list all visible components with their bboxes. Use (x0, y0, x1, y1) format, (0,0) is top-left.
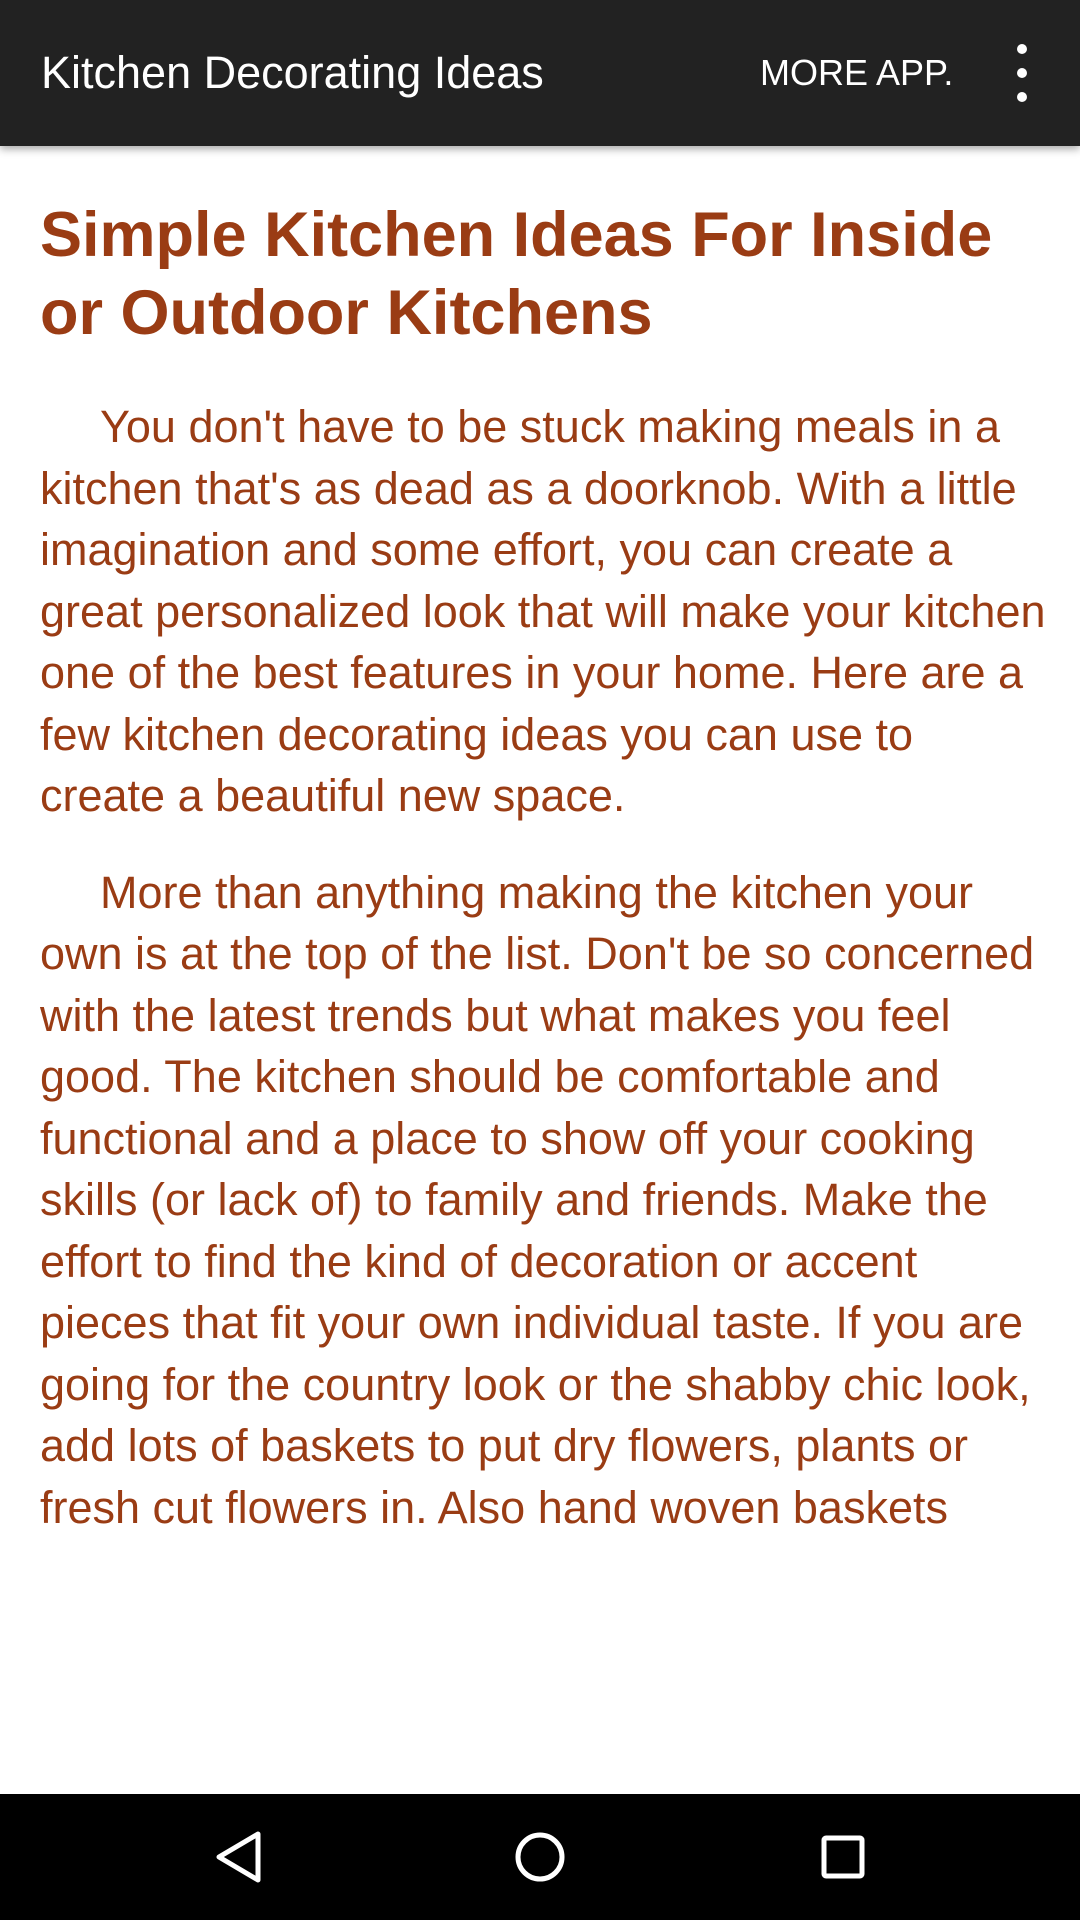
article-scroll-area[interactable]: Simple Kitchen Ideas For Inside or Outdo… (0, 146, 1080, 1669)
back-icon[interactable] (188, 1812, 288, 1902)
more-app-button[interactable]: MORE APP. (760, 0, 953, 146)
app-bar: Kitchen Decorating Ideas MORE APP. (0, 0, 1080, 146)
article: Simple Kitchen Ideas For Inside or Outdo… (40, 196, 1050, 1538)
article-paragraph: You don't have to be stuck making meals … (40, 401, 1046, 821)
home-icon[interactable] (490, 1812, 590, 1902)
recents-icon[interactable] (793, 1812, 893, 1902)
app-title: Kitchen Decorating Ideas (41, 47, 544, 98)
article-heading: Simple Kitchen Ideas For Inside or Outdo… (40, 200, 993, 348)
article-paragraph: More than anything making the kitchen yo… (40, 866, 1035, 1533)
overflow-menu-icon[interactable] (1000, 44, 1044, 102)
system-nav-bar (0, 1794, 1080, 1920)
